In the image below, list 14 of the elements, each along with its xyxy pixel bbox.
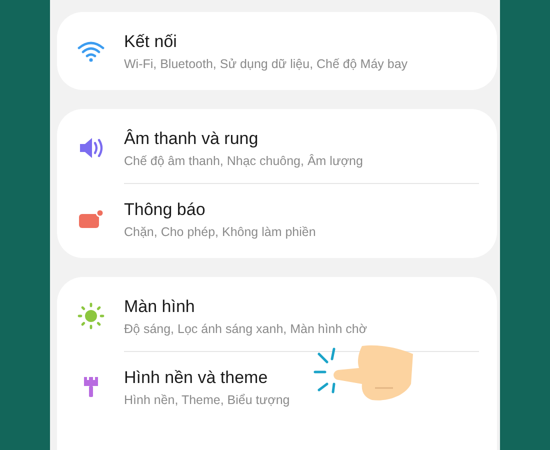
setting-summary: Wi-Fi, Bluetooth, Sử dụng dữ liệu, Chế độ Máy bay bbox=[124, 56, 408, 72]
setting-summary: Chặn, Cho phép, Không làm phiền bbox=[124, 224, 316, 240]
setting-summary: Chế độ âm thanh, Nhạc chuông, Âm lượng bbox=[124, 152, 363, 168]
setting-title[interactable]: Màn hình bbox=[124, 296, 368, 318]
setting-summary: Độ sáng, Lọc ánh sáng xanh, Màn hình chờ bbox=[124, 320, 368, 336]
speaker-icon bbox=[78, 137, 104, 159]
setting-title[interactable]: Thông báo bbox=[124, 198, 316, 220]
notification-icon bbox=[78, 209, 104, 229]
wifi-icon bbox=[76, 40, 104, 62]
setting-title[interactable]: Kết nối bbox=[124, 30, 408, 52]
setting-summary: Hình nền, Theme, Biểu tượng bbox=[124, 392, 290, 408]
setting-title[interactable]: Hình nền và theme bbox=[124, 366, 290, 388]
sun-icon bbox=[76, 302, 104, 330]
setting-title[interactable]: Âm thanh và rung bbox=[124, 128, 363, 150]
